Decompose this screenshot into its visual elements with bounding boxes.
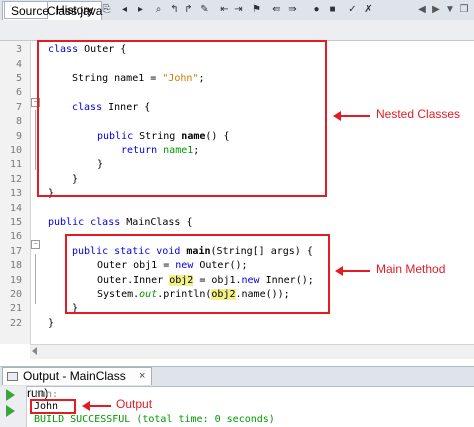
forward-icon[interactable]: ▸	[134, 3, 147, 16]
shift-left-icon[interactable]: ⇚	[270, 3, 283, 16]
line-number: 14	[9, 203, 22, 214]
close-output-icon[interactable]: ×	[139, 368, 145, 385]
horizontal-scrollbar[interactable]	[30, 344, 474, 359]
keyword: public class	[48, 217, 121, 228]
line-number: 19	[9, 275, 22, 286]
output-line-build: BUILD SUCCESSFUL (total time: 0 seconds)	[34, 414, 275, 425]
fold-guide	[35, 110, 36, 170]
toggle-bookmark-icon[interactable]: ⚑	[250, 3, 263, 16]
tab-source[interactable]: Source	[4, 1, 49, 19]
output-label: Output	[116, 397, 153, 411]
line-number: 9	[15, 131, 22, 142]
code-line-22: }	[48, 318, 55, 329]
line-number: 12	[9, 174, 22, 185]
line-number: 6	[15, 87, 22, 98]
scroll-left-arrow-icon[interactable]	[32, 347, 37, 355]
line-number: 20	[9, 289, 22, 300]
output-box	[30, 399, 76, 414]
scroll-left-icon[interactable]: ◀	[416, 3, 428, 16]
editor-toolbar	[0, 20, 474, 41]
main-method-box	[65, 234, 330, 314]
arrow-line	[342, 270, 370, 272]
toggle-highlight-icon[interactable]: ✎	[198, 3, 211, 16]
code-text: MainClass {	[120, 217, 193, 228]
fold-toggle-icon[interactable]: −	[31, 240, 40, 249]
record-macro-icon[interactable]: ●	[310, 3, 323, 16]
main-method-label: Main Method	[376, 262, 446, 276]
output-window-icon	[7, 372, 18, 381]
output-tab[interactable]: Output - MainClass (run) ×	[2, 367, 152, 400]
dropdown-icon[interactable]: ▼	[444, 3, 456, 16]
line-number: 13	[9, 188, 22, 199]
rerun-icon[interactable]	[6, 389, 15, 401]
shift-right-icon[interactable]: ⇛	[286, 3, 299, 16]
stop-macro-icon[interactable]: ■	[326, 3, 339, 16]
code-line-15: public class MainClass {	[48, 216, 193, 229]
line-number: 8	[15, 116, 22, 127]
search-icon[interactable]: ⌕	[152, 3, 165, 16]
nested-classes-label: Nested Classes	[376, 107, 461, 121]
back-icon[interactable]: ◂	[118, 3, 131, 16]
line-number: 7	[15, 102, 22, 113]
rerun-with-params-icon[interactable]	[6, 405, 15, 417]
scroll-right-icon[interactable]: ▶	[430, 3, 442, 16]
line-number: 21	[9, 303, 22, 314]
find-prev-icon[interactable]: ↰	[168, 3, 181, 16]
next-bookmark-icon[interactable]: ⇥	[232, 3, 245, 16]
line-number: 4	[15, 59, 22, 70]
line-number: 15	[9, 217, 22, 228]
line-number: 3	[15, 44, 22, 55]
uncomment-icon[interactable]: ✗	[362, 3, 375, 16]
prev-bookmark-icon[interactable]: ⇤	[218, 3, 231, 16]
nested-classes-box	[37, 40, 327, 197]
last-edit-icon[interactable]: ⎘	[100, 3, 113, 16]
arrow-line	[340, 115, 370, 117]
line-number: 5	[15, 73, 22, 84]
restore-window-icon[interactable]: ❐	[458, 3, 470, 16]
tab-history[interactable]: History	[50, 1, 94, 19]
fold-guide	[35, 254, 36, 304]
line-number: 18	[9, 260, 22, 271]
line-number: 11	[9, 159, 22, 170]
line-number: 22	[9, 318, 22, 329]
comment-icon[interactable]: ✓	[346, 3, 359, 16]
find-next-icon[interactable]: ↱	[182, 3, 195, 16]
line-number: 10	[9, 145, 22, 156]
line-number: 17	[9, 246, 22, 257]
line-number: 16	[9, 231, 22, 242]
arrow-line	[89, 405, 111, 407]
